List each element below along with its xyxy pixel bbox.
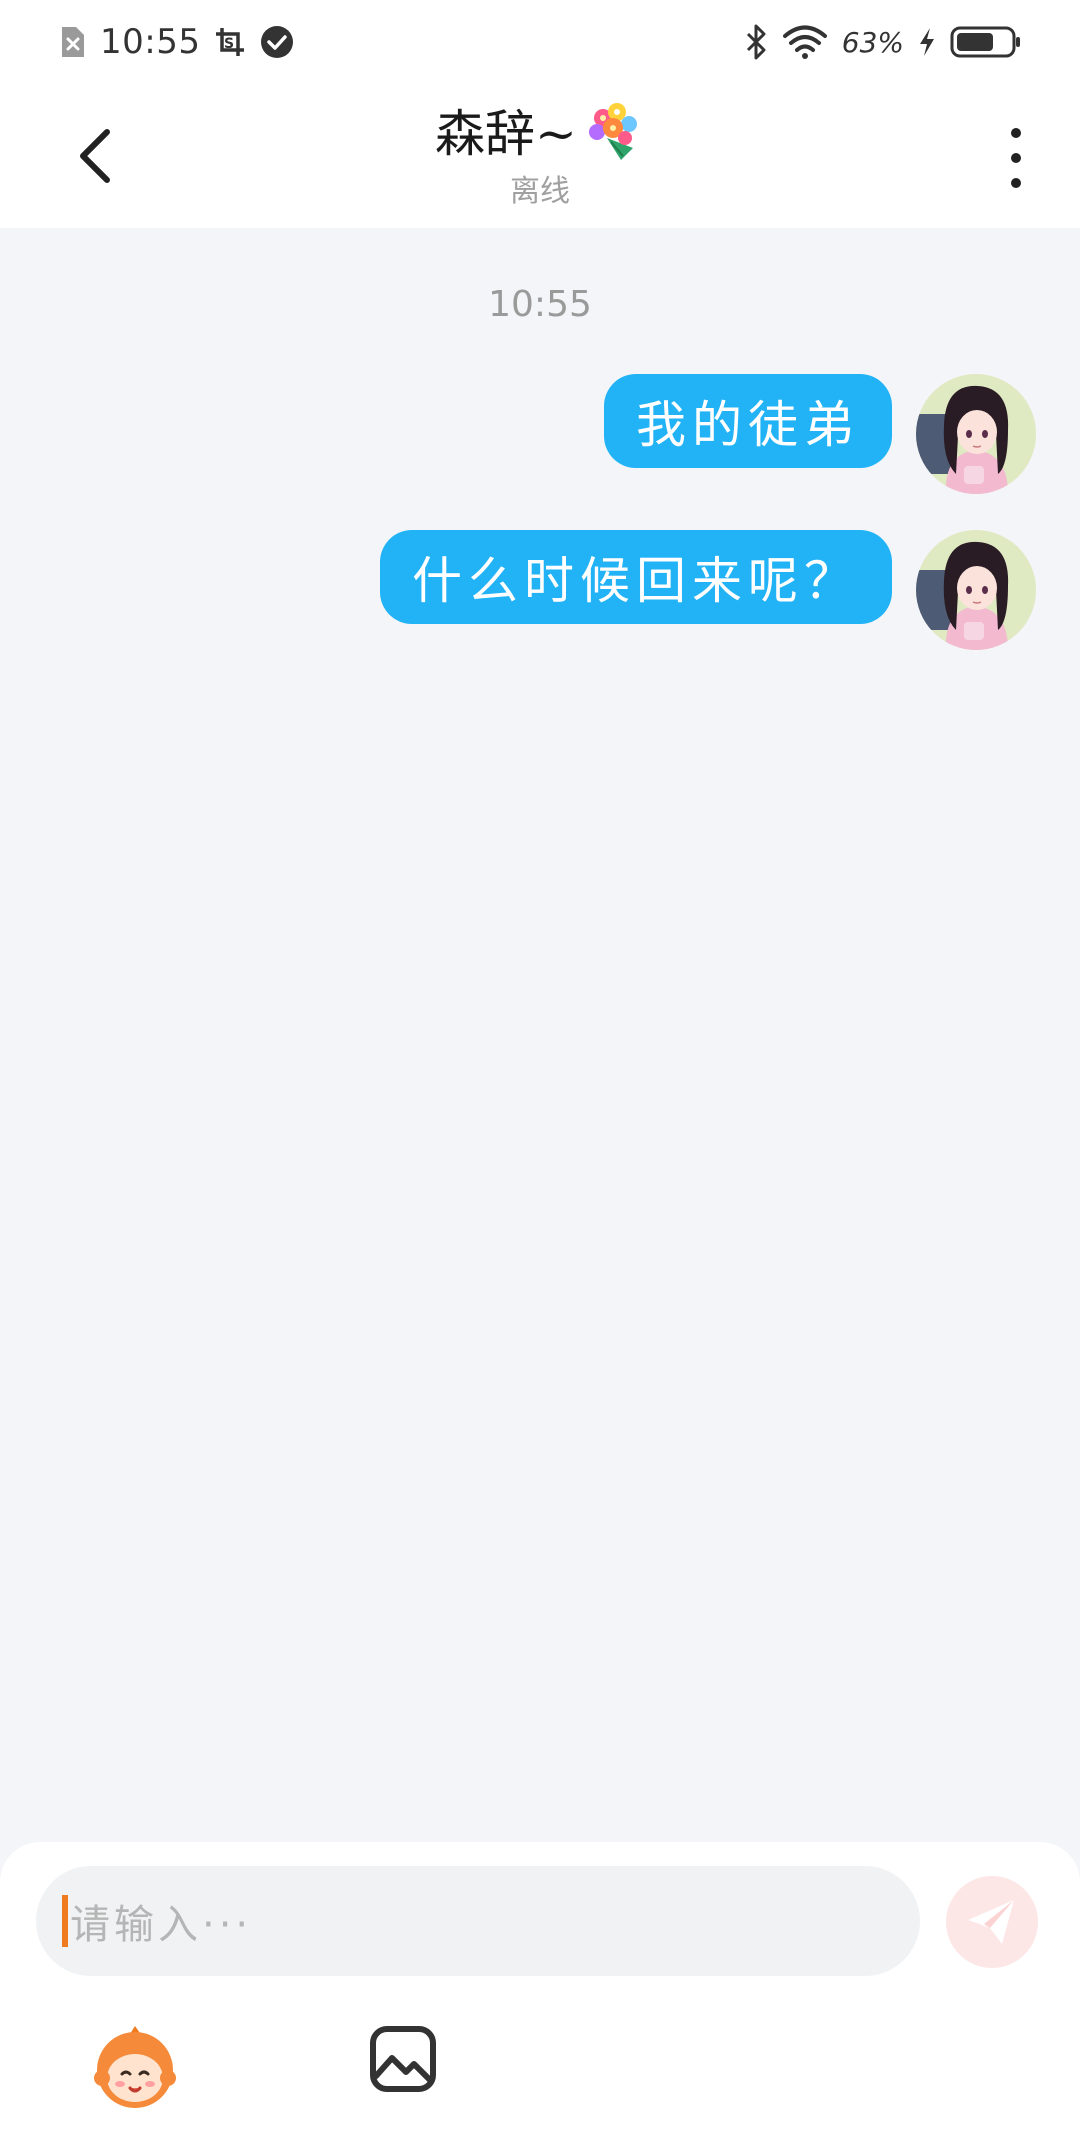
send-paper-plane-icon	[968, 1900, 1014, 1944]
chat-title-block: 森辞~ 离线	[340, 94, 740, 210]
emoji-button[interactable]	[90, 2022, 180, 2112]
message-row: 我的徒弟	[604, 374, 1036, 494]
chat-header: 森辞~ 离线	[0, 84, 1080, 228]
emoji-face-icon	[94, 2026, 176, 2108]
message-timestamp: 10:55	[488, 284, 592, 325]
message-composer: 请输入···	[0, 1842, 1080, 2154]
text-caret	[62, 1895, 68, 1947]
svg-text:S: S	[224, 36, 234, 52]
back-button[interactable]	[60, 118, 130, 194]
bluetooth-icon	[744, 24, 768, 60]
battery-icon	[950, 25, 1022, 59]
wifi-icon	[782, 25, 828, 59]
message-row: 什么时候回来呢？	[380, 530, 1036, 650]
charging-icon	[918, 27, 936, 57]
check-circle-icon	[260, 25, 294, 59]
more-vertical-icon	[1011, 128, 1021, 138]
message-input[interactable]: 请输入···	[36, 1866, 920, 1976]
message-bubble[interactable]: 我的徒弟	[604, 374, 892, 468]
status-time: 10:55	[100, 22, 201, 62]
input-placeholder: 请输入···	[70, 1902, 253, 1948]
image-gallery-icon	[370, 2026, 436, 2092]
back-chevron-icon	[80, 129, 110, 183]
screenshot-crop-icon: S	[214, 26, 246, 58]
status-bar: 10:55 S 63%	[0, 0, 1080, 84]
contact-name: 森辞~	[435, 105, 577, 163]
send-button[interactable]	[946, 1876, 1038, 1968]
image-picker-button[interactable]	[368, 2024, 438, 2094]
chat-area[interactable]: 10:55 我的徒弟 什么时候回来呢？	[0, 228, 1080, 1842]
message-bubble[interactable]: 什么时候回来呢？	[380, 530, 892, 624]
contact-status: 离线	[510, 174, 570, 209]
avatar[interactable]	[916, 530, 1036, 650]
avatar[interactable]	[916, 374, 1036, 494]
battery-percent: 63%	[841, 25, 904, 59]
bouquet-emoji-icon	[581, 98, 645, 162]
more-options-button[interactable]	[996, 128, 1036, 188]
status-bar-right: 63%	[744, 24, 1022, 60]
sim-off-icon	[58, 25, 86, 59]
status-bar-left: 10:55 S	[58, 22, 294, 62]
